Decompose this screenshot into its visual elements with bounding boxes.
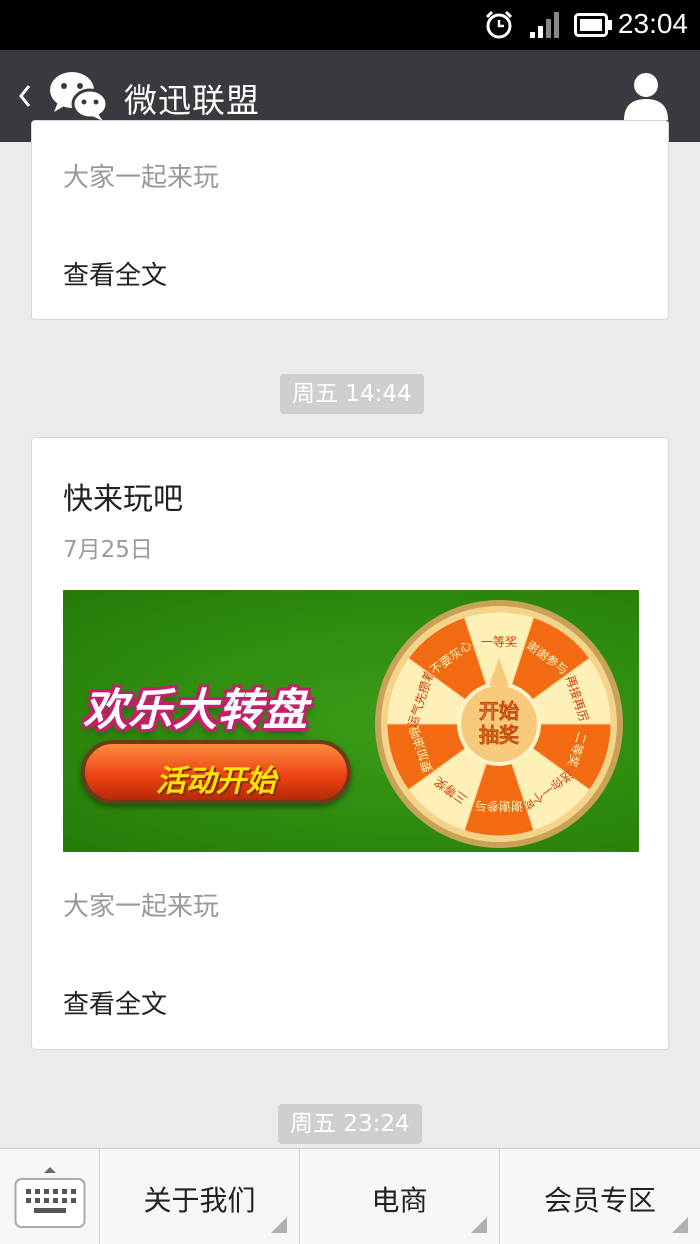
submenu-indicator-icon: [271, 1217, 287, 1233]
message-timestamp: 周五 14:44: [280, 374, 424, 414]
profile-icon[interactable]: [622, 70, 670, 122]
keyboard-icon: [14, 1167, 86, 1228]
article-title[interactable]: 快来玩吧: [63, 474, 183, 518]
menu-item-ecommerce[interactable]: 电商: [300, 1149, 500, 1244]
wheel-prize-label: 一等奖: [481, 635, 517, 649]
article-digest: 大家一起来玩: [63, 163, 220, 193]
back-icon[interactable]: [14, 74, 34, 118]
banner-start-button: 活动开始: [81, 740, 351, 804]
article-cover-image[interactable]: 欢乐大转盘 活动开始 一等奖 谢谢参与 再接再厉 二等奖 送你一个吻 谢谢参与 三等奖 要加油…: [63, 590, 639, 852]
article-digest: 大家一起来玩: [63, 892, 220, 922]
menu-item-members[interactable]: 会员专区: [500, 1149, 700, 1244]
wheel-center-line2: 抽奖: [479, 723, 520, 747]
menu-item-label: 关于我们: [143, 1184, 256, 1217]
wechat-logo-icon: [50, 72, 108, 121]
status-bar: 23:04: [0, 0, 700, 50]
read-more-link[interactable]: 查看全文: [63, 255, 167, 292]
battery-icon: [574, 13, 612, 37]
banner-start-label: 活动开始: [156, 764, 276, 799]
menu-item-label: 电商: [371, 1184, 428, 1217]
banner-headline: 欢乐大转盘: [83, 685, 308, 736]
alarm-icon: [485, 10, 513, 39]
menu-item-label: 会员专区: [543, 1184, 656, 1217]
article-date: 7月25日: [63, 537, 153, 563]
bottom-menu: 关于我们 电商 会员专区: [0, 1148, 700, 1244]
wheel-prize-label: 谢谢参与: [475, 799, 523, 814]
article-card[interactable]: 大家一起来玩 查看全文: [31, 120, 669, 320]
read-more-link[interactable]: 查看全文: [63, 984, 167, 1021]
wheel-center-line1: 开始: [479, 699, 519, 723]
chat-title: 微迅联盟: [124, 81, 260, 120]
message-timestamp: 周五 23:24: [278, 1104, 422, 1144]
keyboard-toggle-button[interactable]: [0, 1149, 100, 1244]
article-card[interactable]: 快来玩吧 7月25日 欢乐大转盘 活动开始 一等奖 谢谢参与 再接再厉 二等奖 送你一个…: [31, 437, 669, 1050]
submenu-indicator-icon: [672, 1217, 688, 1233]
clock: 23:04: [617, 8, 688, 39]
submenu-indicator-icon: [471, 1217, 487, 1233]
signal-icon: [530, 12, 559, 38]
menu-item-about-us[interactable]: 关于我们: [100, 1149, 300, 1244]
prize-wheel: 一等奖 谢谢参与再接再厉二等奖送你一个吻谢谢参与三等奖要加油哦运气先攒着不要灰心 …: [375, 600, 623, 848]
